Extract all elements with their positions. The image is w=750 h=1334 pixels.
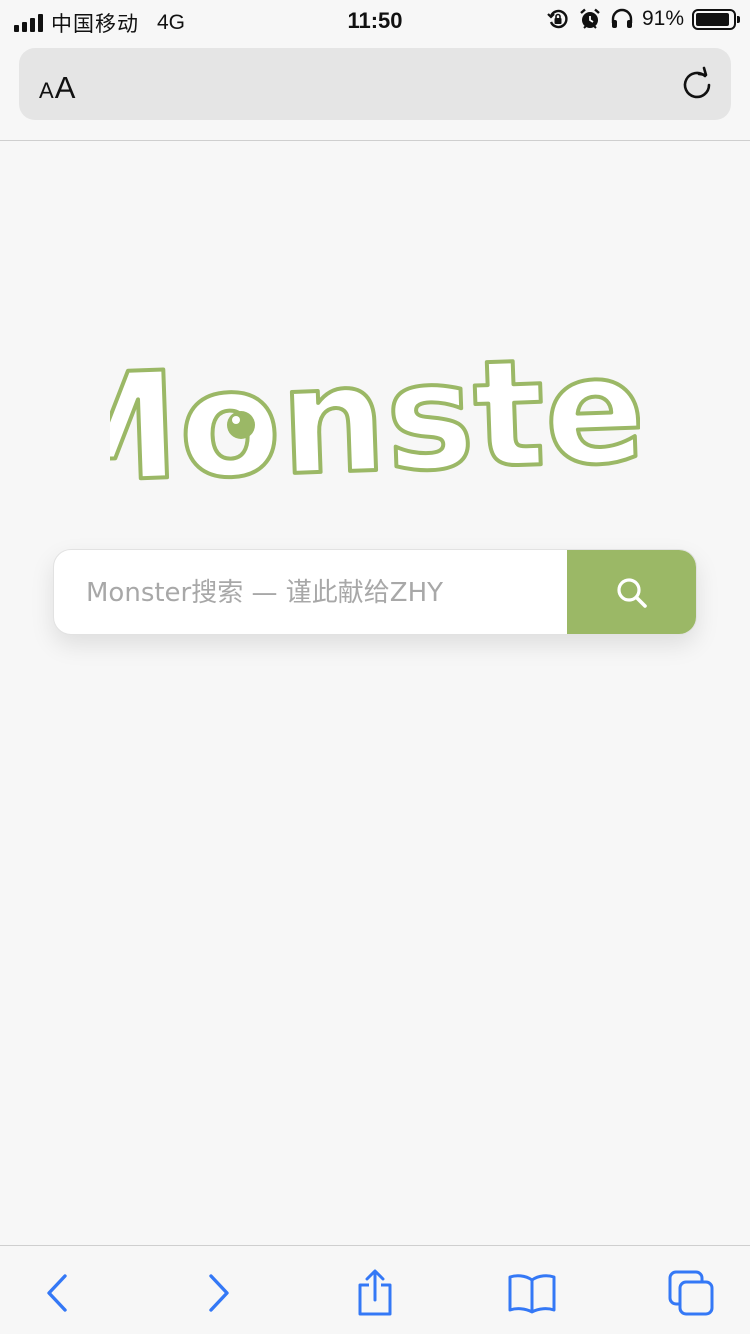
back-icon	[47, 1274, 67, 1312]
status-bar: 中国移动 4G 11:50 91%	[0, 0, 750, 40]
aa-small-letter: A	[39, 78, 54, 103]
search-box	[53, 549, 697, 635]
battery-fill	[696, 12, 729, 26]
orientation-lock-icon	[547, 9, 568, 29]
battery-icon	[692, 8, 740, 30]
forward-button[interactable]	[193, 1268, 243, 1318]
bookmarks-button[interactable]	[507, 1268, 557, 1318]
forward-icon	[209, 1274, 229, 1312]
tabs-button[interactable]	[666, 1268, 716, 1318]
share-button[interactable]	[350, 1268, 400, 1318]
share-icon	[358, 1269, 392, 1316]
aa-large-letter: A	[54, 70, 76, 105]
battery-percent: 91%	[641, 7, 684, 30]
back-button[interactable]	[33, 1268, 83, 1318]
monster-logo: Monster	[110, 330, 640, 490]
search-input[interactable]	[54, 550, 569, 634]
headphones-icon	[611, 8, 633, 28]
chrome-divider	[0, 140, 750, 141]
bottom-toolbar	[0, 1245, 750, 1334]
page-settings-button[interactable]: A A	[39, 64, 75, 104]
logo-text: Monster	[110, 330, 640, 490]
logo-eye	[227, 411, 255, 439]
address-bar[interactable]: A A	[19, 48, 731, 120]
bookmarks-icon	[508, 1274, 556, 1314]
reload-icon[interactable]	[679, 66, 715, 102]
phone-screen: 中国移动 4G 11:50 91% A A Monster Monster搜索 …	[0, 0, 750, 1334]
alarm-icon	[580, 8, 600, 29]
status-right: 91%	[546, 7, 740, 31]
tabs-icon	[668, 1270, 714, 1316]
search-button[interactable]	[567, 550, 696, 634]
search-icon	[616, 578, 647, 608]
